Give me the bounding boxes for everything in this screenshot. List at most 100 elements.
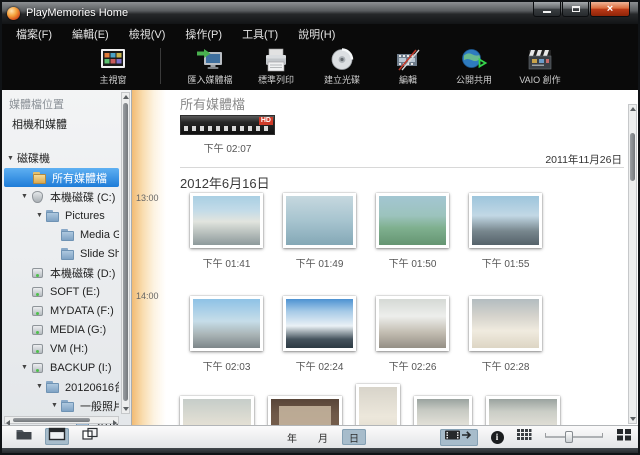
tree-item[interactable]: Media Go xyxy=(2,225,119,244)
tree-item[interactable]: 本機磁碟 (D:) xyxy=(2,263,119,282)
tree-item-label: MEDIA (G:) xyxy=(50,323,107,336)
expand-arrow-icon[interactable] xyxy=(21,193,31,200)
photo-image xyxy=(472,299,539,348)
photo-thumbnail[interactable] xyxy=(486,396,560,425)
expand-arrow-icon[interactable] xyxy=(36,383,46,390)
info-button[interactable]: i xyxy=(489,429,505,446)
expand-arrow-icon[interactable] xyxy=(51,402,61,409)
photo-thumbnail[interactable] xyxy=(414,396,472,425)
scrollbar-thumb[interactable] xyxy=(123,103,128,401)
menu-item-4[interactable]: 工具(T) xyxy=(232,23,288,45)
filmstrip-toggle-button[interactable] xyxy=(440,428,478,446)
maximize-button[interactable] xyxy=(562,2,589,17)
photo-thumbnail[interactable] xyxy=(356,384,400,425)
tree-item[interactable]: MYDATA (F:) xyxy=(2,301,119,320)
scroll-down-icon[interactable] xyxy=(122,407,129,411)
menu-item-2[interactable]: 檢視(V) xyxy=(119,23,176,45)
granularity-button-month[interactable]: 月 xyxy=(311,429,335,445)
share-globe-icon xyxy=(460,47,488,72)
sidebar-section-title: 媒體檔位置 xyxy=(9,99,64,111)
photo-thumbnail[interactable] xyxy=(469,296,542,351)
photo-time-label: 下午 01:49 xyxy=(295,259,344,270)
toolbar-button-print[interactable]: 標準列印 xyxy=(243,47,309,86)
photo-cell: 下午 02:24 xyxy=(273,296,366,373)
hd-badge: HD xyxy=(258,117,273,125)
sidebar-horizontal-scrollbar[interactable] xyxy=(4,416,119,425)
title-bar[interactable]: PlayMemories Home × xyxy=(2,2,638,24)
menu-item-0[interactable]: 檔案(F) xyxy=(6,23,62,45)
sidebar-section-drives[interactable]: 磁碟機 xyxy=(2,149,131,167)
timeline-tick: 14:00 xyxy=(136,291,159,301)
clapperboard-icon xyxy=(526,47,554,72)
tree-item-label: MYDATA (F:) xyxy=(50,304,114,317)
photo-thumbnail[interactable] xyxy=(376,193,449,248)
drive-c-icon xyxy=(31,190,46,203)
content-vertical-scrollbar[interactable] xyxy=(628,104,637,424)
video-filmstrip-thumbnail[interactable]: HD xyxy=(180,115,275,135)
granularity-button-year[interactable]: 年 xyxy=(280,429,304,445)
toolbar-button-create-disc[interactable]: 建立光碟 xyxy=(309,47,375,86)
slider-track[interactable] xyxy=(545,433,603,438)
expand-arrow-icon[interactable] xyxy=(36,212,46,219)
photo-thumbnail[interactable] xyxy=(376,296,449,351)
granularity-button-day[interactable]: 日 xyxy=(342,429,366,445)
photo-thumbnail[interactable] xyxy=(469,193,542,248)
tree-item[interactable]: BACKUP (I:) xyxy=(2,358,119,377)
scroll-down-icon[interactable] xyxy=(629,417,636,421)
toolbar-label: 建立光碟 xyxy=(323,75,360,85)
calendar-view-button[interactable] xyxy=(45,427,69,445)
photo-thumbnail[interactable] xyxy=(283,296,356,351)
photo-thumbnail[interactable] xyxy=(268,396,342,425)
tree-item[interactable]: SOFT (E:) xyxy=(2,282,119,301)
minimize-button[interactable] xyxy=(533,2,561,17)
thumbnail-size-slider[interactable] xyxy=(543,430,605,444)
scrollbar-thumb[interactable] xyxy=(13,418,90,422)
toolbar-label: 主視窗 xyxy=(99,75,127,85)
toolbar-button-share-globe[interactable]: 公開共用 xyxy=(441,47,507,86)
scrollbar-thumb[interactable] xyxy=(630,133,635,181)
tree-item-label: Slide Shows xyxy=(80,247,119,260)
photo-time-label: 下午 02:28 xyxy=(481,362,530,373)
tree-item[interactable]: MEDIA (G:) xyxy=(2,320,119,339)
sidebar-section-label: 磁碟機 xyxy=(17,153,50,165)
sidebar-item-cameras-media[interactable]: 相機和媒體 xyxy=(2,114,131,133)
slider-thumb[interactable] xyxy=(565,431,573,443)
toolbar-button-clapperboard[interactable]: VAIO 創作 xyxy=(507,47,573,86)
close-button[interactable]: × xyxy=(590,2,630,17)
tree-item[interactable]: Slide Shows xyxy=(2,244,119,263)
scroll-up-icon[interactable] xyxy=(629,107,636,111)
sidebar-vertical-scrollbar[interactable] xyxy=(121,92,130,414)
map-view-icon xyxy=(81,427,99,446)
photo-thumbnail[interactable] xyxy=(190,193,263,248)
photo-time-label: 下午 02:24 xyxy=(295,362,344,373)
tree-item[interactable]: Pictures xyxy=(2,206,119,225)
tree-item[interactable]: VM (H:) xyxy=(2,339,119,358)
tree-item-label: 20120616台南小旅行 xyxy=(65,381,119,394)
photo-image xyxy=(417,399,469,425)
toolbar-label: VAIO 創作 xyxy=(519,75,561,85)
tree-item[interactable]: 本機磁碟 (C:) xyxy=(2,187,119,206)
menu-item-1[interactable]: 編輯(E) xyxy=(62,23,119,45)
photo-thumbnail[interactable] xyxy=(190,296,263,351)
video-item[interactable]: HD 下午 02:07 xyxy=(180,115,275,155)
tree-item[interactable]: 20120616台南小旅行 xyxy=(2,377,119,396)
tree-item[interactable]: 所有媒體檔 xyxy=(4,168,119,187)
main-body: 媒體檔位置 相機和媒體 磁碟機 所有媒體檔本機磁碟 (C:) Pictures Me… xyxy=(2,90,638,425)
tree-item-label: 所有媒體檔 xyxy=(52,172,107,185)
map-view-button[interactable] xyxy=(78,427,102,446)
photo-thumbnail[interactable] xyxy=(180,396,254,425)
main-window-icon xyxy=(99,47,127,72)
menu-item-5[interactable]: 說明(H) xyxy=(288,23,345,45)
expand-arrow-icon[interactable] xyxy=(21,364,31,371)
toolbar-button-import-media[interactable]: 匯入媒體檔 xyxy=(177,47,243,86)
toolbar-button-main-window[interactable]: 主視窗 xyxy=(80,47,146,86)
menu-item-3[interactable]: 操作(P) xyxy=(175,23,232,45)
tree-item[interactable]: 一般照片 xyxy=(2,396,119,415)
scroll-up-icon[interactable] xyxy=(122,95,129,99)
toolbar-button-edit-film[interactable]: 編輯 xyxy=(375,47,441,86)
photo-cell xyxy=(414,396,472,425)
import-media-icon xyxy=(196,47,224,72)
folder-view-button[interactable] xyxy=(12,428,36,445)
photo-thumbnail[interactable] xyxy=(283,193,356,248)
photo-cell xyxy=(356,384,400,425)
